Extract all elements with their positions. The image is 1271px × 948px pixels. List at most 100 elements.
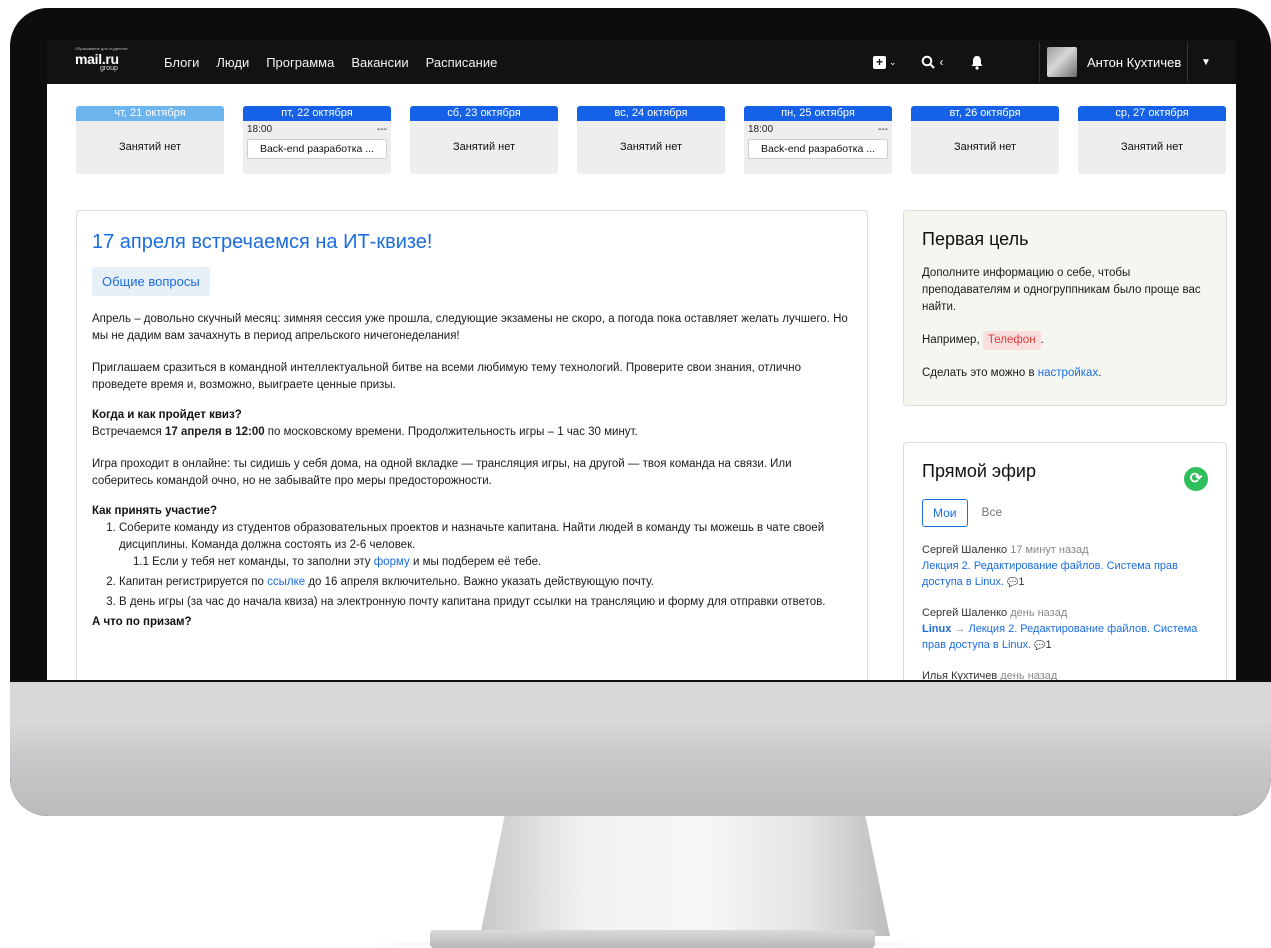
feed-blog-link[interactable]: Linux — [922, 623, 951, 635]
section-heading: Как принять участие? — [92, 505, 218, 517]
feed-time: день назад — [1000, 670, 1058, 680]
text-fragment: Встречаемся — [92, 426, 165, 438]
event-time: 18:00 — [247, 124, 273, 135]
text-fragment: по московскому времени. Продолжительност… — [264, 426, 638, 438]
goal-example: Например, Телефон. — [922, 331, 1208, 350]
feed-tabs: Мои Все — [922, 499, 1208, 527]
live-feed-card: Прямой эфир ⟳ Мои Все Сергей Шаленко 17 … — [903, 442, 1227, 680]
notifications-button[interactable] — [970, 55, 984, 70]
schedule-day[interactable]: пн, 25 октября 18:00 --- Back-end разраб… — [744, 106, 892, 174]
tab-all[interactable]: Все — [972, 499, 1013, 527]
text-fragment: до 16 апреля включительно. Важно указать… — [305, 576, 654, 588]
post-paragraph: Игра проходит в онлайне: ты сидишь у себ… — [92, 458, 792, 487]
text-fragment: и мы подберем её тебе. — [409, 556, 542, 568]
event-title[interactable]: Back-end разработка ... — [748, 139, 888, 159]
nav-blogs[interactable]: Блоги — [164, 55, 199, 70]
feed-item: Илья Кухтичев день назад — [922, 668, 1208, 680]
steps-list: Соберите команду из студентов образовате… — [92, 520, 852, 611]
settings-link[interactable]: настройках — [1038, 367, 1098, 379]
monitor-frame: Образование для студентов mail.ru group … — [10, 8, 1271, 816]
day-empty-label: Занятий нет — [1120, 141, 1184, 153]
post-paragraph: Приглашаем сразиться в командной интелле… — [92, 362, 802, 391]
text-fragment: . — [1040, 334, 1044, 346]
event-meta: 18:00 --- — [243, 121, 391, 135]
refresh-icon[interactable]: ⟳ — [1184, 467, 1208, 491]
day-empty-label: Занятий нет — [118, 141, 182, 153]
logo-sub: group — [100, 65, 118, 72]
monitor-stand — [480, 816, 890, 936]
schedule-day[interactable]: пт, 22 октября 18:00 --- Back-end разраб… — [243, 106, 391, 174]
main-nav: Блоги Люди Программа Вакансии Расписание — [164, 40, 514, 84]
day-date: сб, 23 октября — [410, 106, 558, 121]
avatar — [1047, 47, 1077, 77]
feed-time: день назад — [1010, 607, 1068, 619]
goal-settings-hint: Сделать это можно в настройках. — [922, 365, 1208, 382]
day-empty-label: Занятий нет — [452, 141, 516, 153]
schedule-day[interactable]: ср, 27 октября Занятий нет — [1078, 106, 1226, 174]
text-fragment: Сделать это можно в — [922, 367, 1038, 379]
list-item: Капитан регистрируется по ссылке до 16 а… — [119, 574, 852, 591]
post-paragraph: Апрель – довольно скучный месяц: зимняя … — [92, 313, 848, 342]
comment-count: 1 — [1045, 639, 1052, 651]
feed-item: Сергей Шаленко 17 минут назад Лекция 2. … — [922, 542, 1208, 590]
event-extra: --- — [878, 124, 888, 135]
event-title[interactable]: Back-end разработка ... — [247, 139, 387, 159]
schedule-strip: чт, 21 октября Занятий нет пт, 22 октябр… — [76, 106, 1226, 178]
first-goal-card: Первая цель Дополните информацию о себе,… — [903, 210, 1227, 406]
day-date: вс, 24 октября — [577, 106, 725, 121]
text-fragment: . — [1098, 367, 1102, 379]
chin-shadow — [10, 682, 1271, 722]
schedule-day[interactable]: сб, 23 октября Занятий нет — [410, 106, 558, 174]
day-empty-label: Занятий нет — [953, 141, 1017, 153]
nav-people[interactable]: Люди — [216, 55, 249, 70]
chevron-down-icon: ▼ — [1201, 56, 1211, 68]
schedule-day[interactable]: вт, 26 октября Занятий нет — [911, 106, 1059, 174]
post-paragraph: Встречаемся 17 апреля в 12:00 по московс… — [92, 424, 852, 441]
comment-icon: 💬 — [1007, 577, 1019, 587]
nav-vacancies[interactable]: Вакансии — [351, 55, 408, 70]
day-date: вт, 26 октября — [911, 106, 1059, 121]
goal-description: Дополните информацию о себе, чтобы препо… — [922, 267, 1201, 313]
search-icon — [921, 55, 935, 69]
feed-author[interactable]: Илья Кухтичев — [922, 670, 997, 680]
sub-step: 1.1 Если у тебя нет команды, то заполни … — [119, 554, 852, 571]
arrow-icon: → — [954, 623, 966, 635]
comment-icon: 💬 — [1034, 640, 1046, 650]
top-navbar: Образование для студентов mail.ru group … — [47, 40, 1236, 84]
bell-icon — [971, 55, 983, 70]
date-highlight: 17 апреля в 12:00 — [164, 426, 265, 438]
search-button[interactable]: ‹ — [921, 55, 944, 69]
user-name: Антон Кухтичев — [1087, 54, 1182, 70]
list-item: Соберите команду из студентов образовате… — [119, 520, 852, 571]
feed-time: 17 минут назад — [1010, 544, 1089, 556]
form-link[interactable]: форму — [374, 556, 410, 568]
nav-program[interactable]: Программа — [266, 55, 334, 70]
chevron-left-icon: ‹ — [939, 55, 944, 69]
user-menu[interactable]: Антон Кухтичев — [1039, 42, 1187, 82]
create-menu-button[interactable]: + ⌄ — [873, 55, 897, 69]
post-tag[interactable]: Общие вопросы — [92, 267, 210, 296]
schedule-day[interactable]: чт, 21 октября Занятий нет — [76, 106, 224, 174]
schedule-day[interactable]: вс, 24 октября Занятий нет — [577, 106, 725, 174]
feed-item: Сергей Шаленко день назад Linux → Лекция… — [922, 605, 1208, 653]
screen: Образование для студентов mail.ru group … — [47, 40, 1236, 680]
mailru-group-logo[interactable]: Образование для студентов mail.ru group — [75, 46, 141, 78]
feed-author[interactable]: Сергей Шаленко — [922, 607, 1007, 619]
text-fragment: 1.1 Если у тебя нет команды, то заполни … — [133, 556, 374, 568]
post-title[interactable]: 17 апреля встречаемся на ИТ-квизе! — [92, 231, 852, 254]
tab-mine[interactable]: Мои — [922, 499, 968, 527]
nav-icons: + ⌄ ‹ — [873, 40, 984, 84]
feed-link[interactable]: Лекция 2. Редактирование файлов. Система… — [922, 560, 1178, 588]
feed-author[interactable]: Сергей Шаленко — [922, 544, 1007, 556]
section-heading: Когда и как пройдет квиз? — [92, 409, 242, 421]
text-fragment: Например, — [922, 334, 983, 346]
comment-count: 1 — [1018, 576, 1025, 588]
plus-icon: + — [873, 55, 886, 69]
phone-field-chip[interactable]: Телефон — [982, 331, 1041, 350]
registration-link[interactable]: ссылке — [267, 576, 305, 588]
day-empty-label: Занятий нет — [619, 141, 683, 153]
live-title: Прямой эфир — [922, 461, 1036, 481]
nav-schedule[interactable]: Расписание — [426, 55, 498, 70]
user-menu-toggle[interactable]: ▼ — [1187, 42, 1224, 82]
day-date: пт, 22 октября — [243, 106, 391, 121]
